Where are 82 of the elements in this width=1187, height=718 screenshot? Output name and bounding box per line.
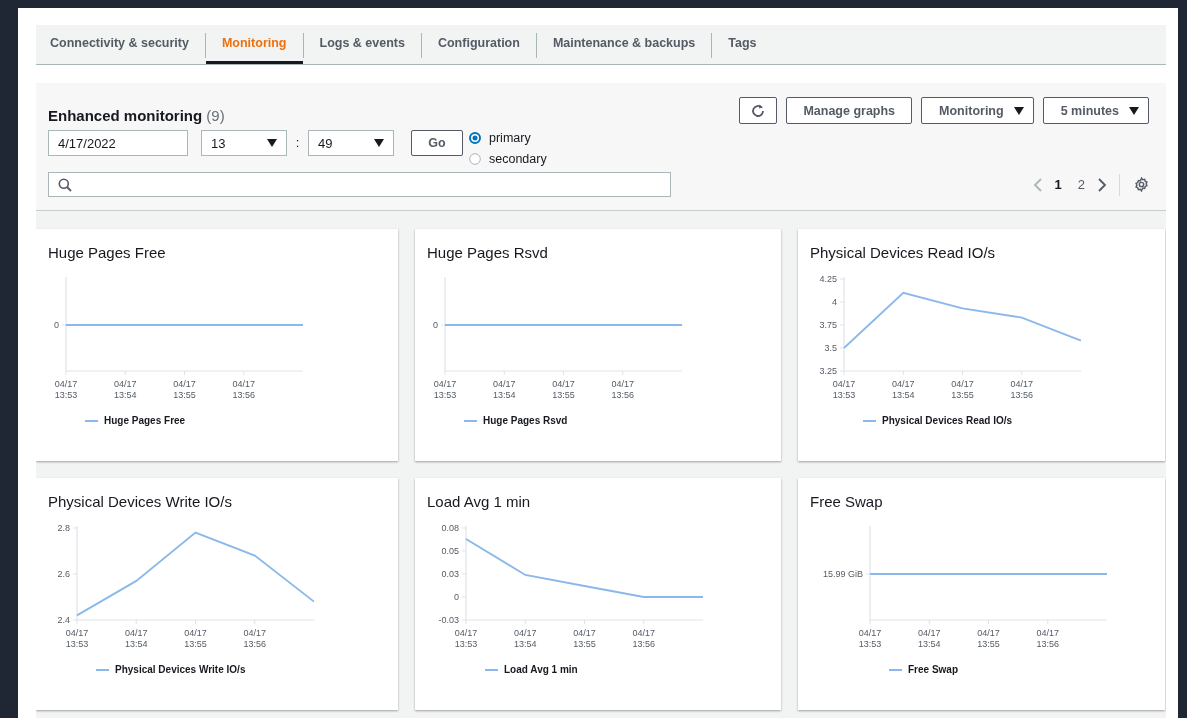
- tick-label: 04/17 13:55: [951, 379, 974, 400]
- dropdown-button[interactable]: 5 minutes: [1042, 97, 1149, 124]
- tick-label: 0.03: [441, 569, 459, 579]
- tab[interactable]: Configuration: [421, 25, 536, 64]
- caret-icon: [374, 139, 384, 147]
- page-number[interactable]: 1: [1050, 177, 1066, 192]
- radio-label: secondary: [489, 152, 547, 166]
- tick-label: 0: [54, 320, 59, 330]
- tick-label: 04/17 13:56: [243, 628, 266, 649]
- tick-label: 0.08: [441, 524, 459, 533]
- legend-label: Free Swap: [908, 664, 959, 675]
- tick-label: 04/17 13:56: [632, 628, 655, 649]
- legend-label: Huge Pages Free: [104, 415, 186, 426]
- minute-select[interactable]: 49: [308, 130, 394, 156]
- tick-label: 04/17 13:53: [65, 628, 89, 649]
- tick-label: 3.75: [819, 320, 837, 330]
- tick-label: 04/17 13:54: [114, 379, 137, 400]
- tick-label: 3.25: [819, 366, 837, 376]
- tick-label: -0.03: [438, 615, 459, 625]
- tab[interactable]: Connectivity & security: [36, 25, 205, 64]
- tick-label: 04/17 13:54: [918, 628, 941, 649]
- tick-label: 04/17 13:53: [433, 379, 457, 400]
- refresh-icon: [750, 102, 767, 119]
- tick-label: 04/17 13:56: [1010, 379, 1033, 400]
- tick-label: 2.4: [57, 615, 70, 625]
- dropdown-button[interactable]: Monitoring: [921, 97, 1034, 124]
- radio-button[interactable]: [469, 153, 481, 165]
- tab[interactable]: Tags: [712, 25, 773, 64]
- radio-label: primary: [489, 131, 531, 145]
- tick-label: 04/17 13:56: [232, 379, 255, 400]
- legend-label: Huge Pages Rsvd: [483, 415, 568, 426]
- tick-label: 04/17 13:53: [858, 628, 882, 649]
- tick-label: 04/17 13:56: [611, 379, 634, 400]
- tab[interactable]: Maintenance & backups: [536, 25, 712, 64]
- chart-title: Physical Devices Write IO/s: [48, 493, 233, 510]
- manage-graphs-button[interactable]: Manage graphs: [786, 97, 913, 124]
- chart-title: Physical Devices Read IO/s: [810, 244, 997, 261]
- go-button[interactable]: Go: [411, 130, 463, 156]
- date-field[interactable]: 4/17/2022: [48, 130, 188, 156]
- radio-button[interactable]: [469, 132, 481, 144]
- tick-label: 04/17 13:55: [552, 379, 575, 400]
- tick-label: 2.8: [57, 524, 70, 533]
- tick-label: 04/17 13:53: [832, 379, 856, 400]
- caret-icon: [1013, 106, 1024, 115]
- tick-label: 2.6: [57, 569, 70, 579]
- tick-label: 3.5: [824, 343, 837, 353]
- settings-icon[interactable]: [1134, 177, 1149, 192]
- tick-label: 04/17 13:56: [1036, 628, 1059, 649]
- tick-label: 04/17 13:55: [573, 628, 596, 649]
- caret-icon: [1129, 106, 1139, 115]
- tick-label: 04/17 13:55: [173, 379, 196, 400]
- tick-label: 0: [433, 320, 438, 330]
- tick-label: 04/17 13:54: [892, 379, 915, 400]
- tick-label: 04/17 13:53: [454, 628, 478, 649]
- section-title: Enhanced monitoring (9): [48, 107, 225, 124]
- chart-title: Free Swap: [810, 493, 884, 510]
- legend-label: Load Avg 1 min: [504, 664, 578, 675]
- page-number[interactable]: 2: [1073, 177, 1089, 192]
- time-separator: :: [294, 134, 301, 152]
- tick-label: 04/17 13:54: [514, 628, 537, 649]
- tick-label: 04/17 13:55: [977, 628, 1000, 649]
- tick-label: 04/17 13:53: [54, 379, 78, 400]
- tick-label: 15.99 GiB: [822, 569, 863, 579]
- tick-label: 0: [454, 592, 459, 602]
- next-page-icon[interactable]: [1097, 177, 1107, 192]
- legend-label: Physical Devices Write IO/s: [115, 664, 246, 675]
- hour-select[interactable]: 13: [201, 130, 287, 156]
- refresh-button[interactable]: [739, 97, 778, 124]
- tick-label: 4.25: [819, 275, 837, 284]
- chart-title: Huge Pages Free: [48, 244, 167, 261]
- tick-label: 04/17 13:54: [125, 628, 148, 649]
- chart-title: Load Avg 1 min: [427, 493, 532, 510]
- tab[interactable]: Logs & events: [303, 25, 421, 64]
- tick-label: 04/17 13:55: [184, 628, 207, 649]
- tick-label: 04/17 13:54: [493, 379, 516, 400]
- caret-icon: [267, 139, 277, 147]
- chart-title: Huge Pages Rsvd: [427, 244, 549, 261]
- search-icon: [58, 177, 72, 192]
- legend-label: Physical Devices Read IO/s: [882, 415, 1013, 426]
- tick-label: 0.05: [441, 546, 459, 556]
- search-field[interactable]: [48, 172, 671, 197]
- tick-label: 4: [832, 297, 837, 307]
